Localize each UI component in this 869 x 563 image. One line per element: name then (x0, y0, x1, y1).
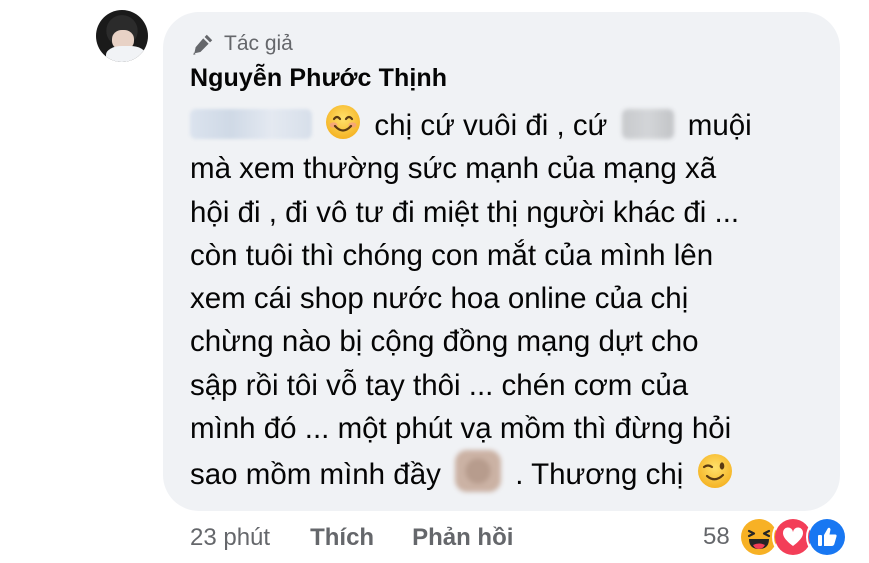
winking-face-emoji-icon (696, 452, 734, 490)
comment-timestamp[interactable]: 23 phút (190, 524, 270, 552)
pencil-icon (190, 31, 216, 57)
like-button[interactable]: Thích (310, 524, 374, 552)
like-icon (805, 516, 848, 558)
comment-line-9: sao mồm mình đầy (190, 458, 441, 492)
comment-line-1a: chị cứ vuôi đi , cứ (374, 109, 608, 142)
comment-line-8: mình đó ... một phút vạ mồm thì đừng hỏi (190, 412, 732, 446)
reaction-summary[interactable]: 58 (703, 516, 848, 558)
author-badge: Tác giả (190, 30, 293, 58)
comment-line-4: còn tuôi thì chóng con mắt của mình lên (190, 238, 714, 272)
comment-line-1b: muội (687, 109, 752, 142)
reply-button[interactable]: Phản hồi (412, 524, 513, 552)
comment-line-3: hội đi , đi vô tư đi miệt thị người khác… (190, 195, 740, 229)
author-avatar[interactable] (96, 10, 148, 62)
comment-line-6: chừng nào bị cộng đồng mạng dựt cho (190, 325, 699, 359)
smiling-face-emoji-icon (324, 103, 362, 141)
blurred-mention (190, 109, 312, 139)
avatar-shirt (106, 46, 146, 62)
author-name[interactable]: Nguyễn Phước Thịnh (190, 64, 447, 93)
badge-label: Tác giả (224, 32, 293, 55)
blurred-emoji (455, 450, 502, 493)
comment-line-5: xem cái shop nước hoa online của chị (190, 282, 689, 316)
comment-line-7: sập rồi tôi vỗ tay thôi ... chén cơm của (190, 368, 689, 402)
reaction-count: 58 (703, 523, 730, 550)
blurred-word (621, 109, 674, 139)
comment-text: chị cứ vuôi đi , cứ muội mà xem thường s… (190, 103, 830, 497)
comment-line-2: mà xem thường sức mạnh của mạng xã (190, 152, 717, 186)
comment-meta: 23 phút Thích Phản hồi (190, 521, 551, 555)
comment-line-10: . Thương chị (515, 458, 684, 492)
